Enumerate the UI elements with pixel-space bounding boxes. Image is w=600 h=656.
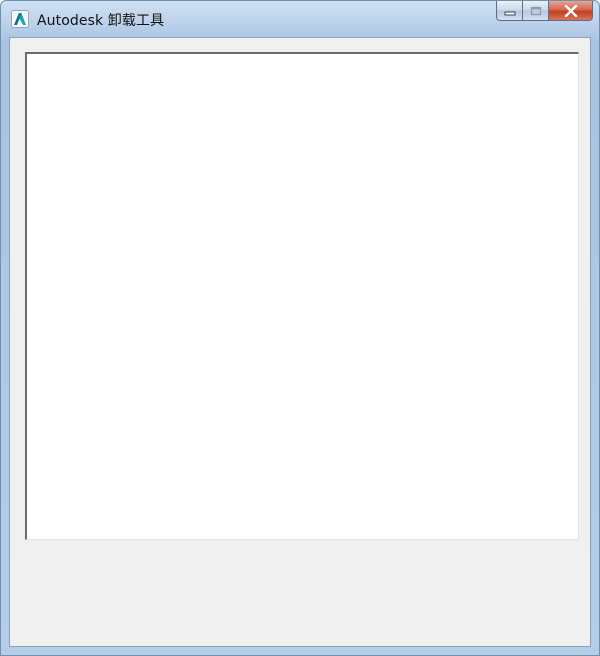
close-icon: [564, 4, 577, 17]
caption-buttons: [496, 1, 593, 23]
window-client-area: [9, 37, 591, 647]
close-button[interactable]: [549, 1, 593, 21]
title-bar[interactable]: Autodesk 卸载工具: [1, 1, 599, 37]
window-title: Autodesk 卸载工具: [37, 13, 165, 29]
app-window: Autodesk 卸载工具: [0, 0, 600, 656]
minimize-button[interactable]: [496, 1, 523, 21]
autodesk-logo-icon[interactable]: [11, 10, 29, 28]
maximize-icon: [530, 6, 541, 15]
maximize-button[interactable]: [523, 1, 549, 21]
content-panel: [25, 52, 579, 540]
minimize-icon: [504, 11, 515, 15]
